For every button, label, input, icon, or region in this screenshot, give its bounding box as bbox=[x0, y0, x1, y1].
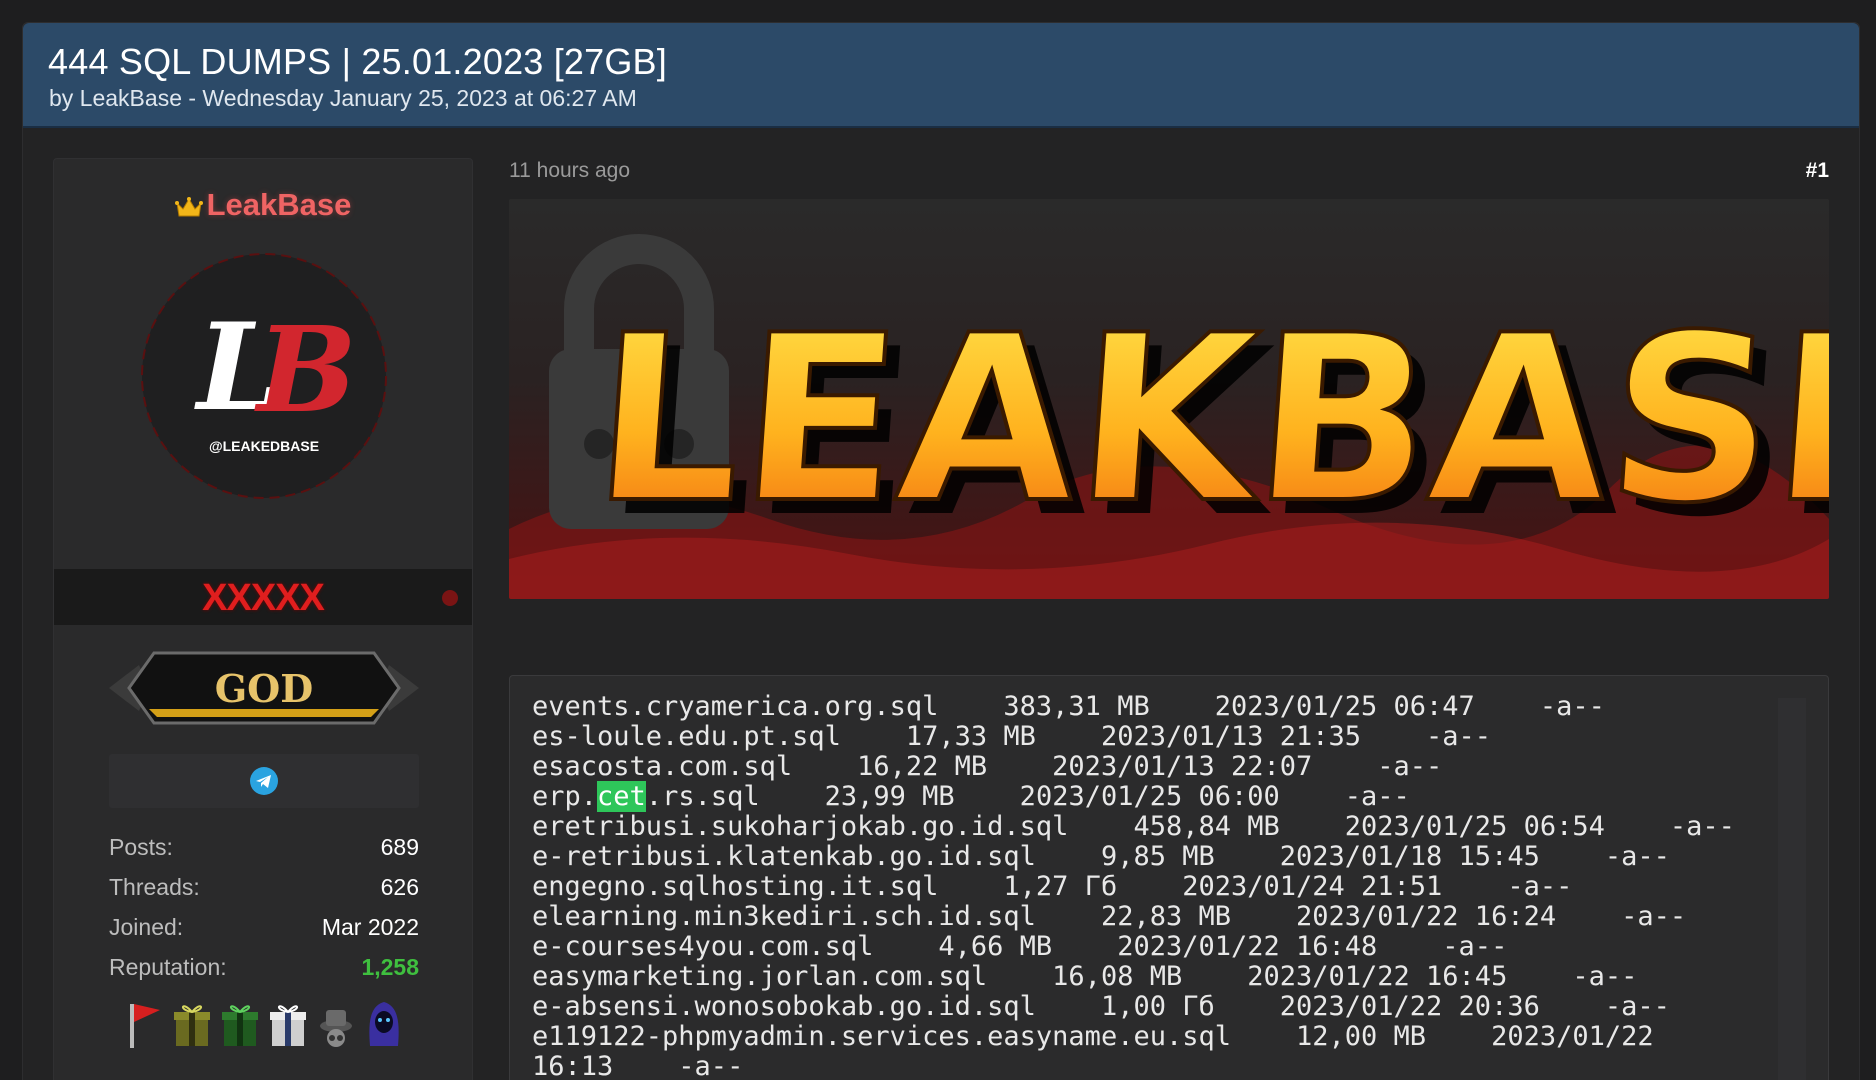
crown-icon bbox=[174, 197, 203, 217]
code-text: e-absensi.wonosobokab.go.id.sql 1,00 Гб … bbox=[532, 991, 1670, 1022]
code-text: e119122-phpmyadmin.services.easyname.eu.… bbox=[532, 1021, 1654, 1052]
user-stats: Posts: 689 Threads: 626 Joined: Mar 2022… bbox=[109, 827, 419, 987]
code-line: engegno.sqlhosting.it.sql 1,27 Гб 2023/0… bbox=[532, 872, 1772, 902]
user-banner: XXXXX bbox=[54, 569, 472, 625]
leakbase-banner-image: LEAKBASE LEAKBASE bbox=[509, 199, 1829, 599]
rank-text: GOD bbox=[215, 666, 314, 711]
code-scrollbar[interactable] bbox=[1778, 698, 1806, 1080]
code-line: e119122-phpmyadmin.services.easyname.eu.… bbox=[532, 1022, 1772, 1052]
stat-reputation: Reputation: 1,258 bbox=[109, 947, 419, 987]
username-row[interactable]: LeakBase bbox=[54, 187, 472, 223]
code-block: events.cryamerica.org.sql 383,31 MB 2023… bbox=[509, 675, 1829, 1080]
code-text: e-retribusi.klatenkab.go.id.sql 9,85 MB … bbox=[532, 841, 1670, 872]
code-line: e-retribusi.klatenkab.go.id.sql 9,85 MB … bbox=[532, 842, 1772, 872]
rank-badge: GOD bbox=[109, 651, 419, 725]
stat-label: Threads: bbox=[109, 873, 200, 900]
code-line: 16:13 -a-- bbox=[532, 1052, 1772, 1080]
avatar-letter-b: B bbox=[254, 300, 357, 439]
code-text: eretribusi.sukoharjokab.go.id.sql 458,84… bbox=[532, 811, 1735, 842]
code-text: events.cryamerica.org.sql 383,31 MB 2023… bbox=[532, 691, 1605, 722]
trophy-row bbox=[122, 994, 412, 1050]
code-text: e-courses4you.com.sql 4,66 MB 2023/01/22… bbox=[532, 931, 1508, 962]
gift-box-icon[interactable] bbox=[266, 998, 310, 1050]
stat-label: Reputation: bbox=[109, 953, 227, 980]
telegram-icon[interactable] bbox=[249, 766, 279, 796]
avatar-caption: @LEAKEDBASE bbox=[209, 438, 319, 454]
gift-box-icon[interactable] bbox=[218, 998, 262, 1050]
code-text: engegno.sqlhosting.it.sql 1,27 Гб 2023/0… bbox=[532, 871, 1573, 902]
code-text: .rs.sql 23,99 MB 2023/01/25 06:00 -a-- bbox=[645, 781, 1410, 812]
stat-value: 626 bbox=[380, 873, 419, 900]
code-lines: events.cryamerica.org.sql 383,31 MB 2023… bbox=[532, 692, 1772, 1080]
code-line: elearning.min3kediri.sch.id.sql 22,83 MB… bbox=[532, 902, 1772, 932]
code-text: elearning.min3kediri.sch.id.sql 22,83 MB… bbox=[532, 901, 1687, 932]
contact-bar bbox=[109, 754, 419, 808]
thread-page: 444 SQL DUMPS | 25.01.2023 [27GB] by Lea… bbox=[22, 22, 1860, 1080]
stat-value: 1,258 bbox=[361, 953, 419, 980]
code-line: esacosta.com.sql 16,22 MB 2023/01/13 22:… bbox=[532, 752, 1772, 782]
code-text: es-loule.edu.pt.sql 17,33 MB 2023/01/13 … bbox=[532, 721, 1492, 752]
spy-hat-icon[interactable] bbox=[314, 998, 358, 1050]
code-line: easymarketing.jorlan.com.sql 16,08 MB 20… bbox=[532, 962, 1772, 992]
code-line: e-absensi.wonosobokab.go.id.sql 1,00 Гб … bbox=[532, 992, 1772, 1022]
post-timestamp[interactable]: 11 hours ago bbox=[509, 159, 630, 183]
gift-box-icon[interactable] bbox=[170, 998, 214, 1050]
code-text: easymarketing.jorlan.com.sql 16,08 MB 20… bbox=[532, 961, 1638, 992]
avatar[interactable]: L B @LEAKEDBASE bbox=[139, 251, 389, 501]
user-card: LeakBase L B @LEAKEDBASE XXXXX GOD Posts… bbox=[53, 158, 473, 1080]
banner-text: XXXXX bbox=[202, 577, 325, 619]
stat-joined: Joined: Mar 2022 bbox=[109, 907, 419, 947]
code-text: 16:13 -a-- bbox=[532, 1051, 744, 1080]
stat-value: Mar 2022 bbox=[321, 913, 419, 940]
code-line: e-courses4you.com.sql 4,66 MB 2023/01/22… bbox=[532, 932, 1772, 962]
post-number-link[interactable]: #1 bbox=[1806, 159, 1829, 183]
code-line: events.cryamerica.org.sql 383,31 MB 2023… bbox=[532, 692, 1772, 722]
code-text: erp. bbox=[532, 781, 598, 812]
stat-label: Posts: bbox=[109, 833, 173, 860]
stat-threads: Threads: 626 bbox=[109, 867, 419, 907]
code-line: eretribusi.sukoharjokab.go.id.sql 458,84… bbox=[532, 812, 1772, 842]
thread-title: 444 SQL DUMPS | 25.01.2023 [27GB] bbox=[48, 41, 667, 82]
banner-text: LEAKBASE bbox=[586, 286, 1829, 554]
thread-header: 444 SQL DUMPS | 25.01.2023 [27GB] by Lea… bbox=[23, 23, 1859, 128]
thread-byline: by LeakBase - Wednesday January 25, 2023… bbox=[49, 85, 637, 111]
code-line: es-loule.edu.pt.sql 17,33 MB 2023/01/13 … bbox=[532, 722, 1772, 752]
stat-posts: Posts: 689 bbox=[109, 827, 419, 867]
red-flag-icon[interactable] bbox=[122, 998, 166, 1050]
code-text: esacosta.com.sql 16,22 MB 2023/01/13 22:… bbox=[532, 751, 1443, 782]
search-highlight: cet bbox=[597, 781, 646, 812]
code-line: erp.cet.rs.sql 23,99 MB 2023/01/25 06:00… bbox=[532, 781, 1772, 812]
username[interactable]: LeakBase bbox=[207, 187, 352, 222]
stat-label: Joined: bbox=[109, 913, 184, 940]
stat-value: 689 bbox=[380, 833, 419, 860]
offline-status-dot bbox=[442, 590, 458, 606]
hooded-figure-icon[interactable] bbox=[362, 998, 406, 1050]
